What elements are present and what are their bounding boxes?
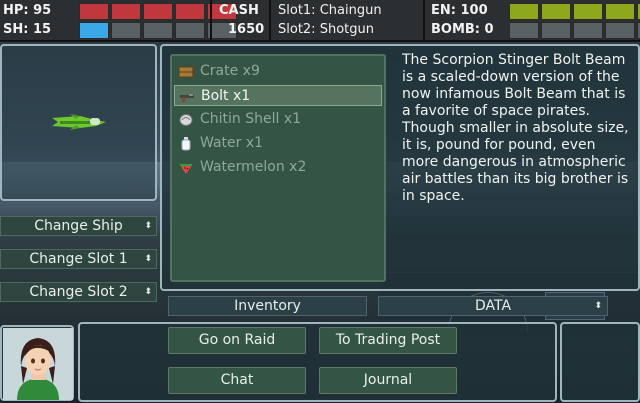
slot2-weapon: Slot2: Shotgun — [278, 22, 374, 37]
change-slot1-dropdown[interactable]: Change Slot 1 ⬍ — [0, 249, 157, 269]
inventory-item-crate[interactable]: Crate x9 — [174, 61, 382, 82]
journal-button[interactable]: Journal — [319, 367, 457, 394]
watermelon-icon — [180, 164, 192, 174]
change-ship-dropdown[interactable]: Change Ship ⬍ — [0, 216, 157, 236]
shield-cell — [111, 22, 141, 39]
energy-bar — [509, 3, 640, 20]
bomb-bar — [509, 22, 640, 39]
updown-arrows-icon: ⬍ — [594, 301, 602, 311]
cash-value: 1650 — [228, 22, 265, 37]
action-panel — [78, 322, 557, 402]
bomb-cell — [605, 22, 635, 39]
avatar — [3, 328, 73, 400]
inventory-item-watermelon[interactable]: Watermelon x2 — [174, 157, 382, 178]
inventory-list[interactable]: Crate x9 Bolt x1 Chitin Shell x1 Water x… — [170, 54, 386, 282]
inventory-item-chitin-shell[interactable]: Chitin Shell x1 — [174, 109, 382, 130]
updown-arrows-icon: ⬍ — [144, 254, 152, 264]
item-description: The Scorpion Stinger Bolt Beam is a scal… — [402, 52, 629, 204]
go-on-raid-label: Go on Raid — [198, 332, 276, 348]
hud-divider — [269, 0, 271, 42]
journal-label: Journal — [363, 372, 413, 388]
inventory-item-bolt[interactable]: Bolt x1 — [174, 85, 382, 106]
energy-cell — [605, 3, 635, 20]
bomb-cell — [573, 22, 603, 39]
hud-divider — [210, 0, 212, 42]
change-ship-label: Change Ship — [34, 218, 123, 234]
chat-label: Chat — [220, 372, 254, 388]
change-slot2-label: Change Slot 2 — [29, 284, 128, 300]
change-slot1-label: Change Slot 1 — [29, 251, 128, 267]
energy-label: EN: 100 — [431, 3, 488, 18]
to-trading-post-label: To Trading Post — [335, 332, 441, 348]
pilot-portrait-panel — [0, 325, 74, 401]
inventory-panel: Crate x9 Bolt x1 Chitin Shell x1 Water x… — [160, 44, 640, 291]
bomb-cell — [541, 22, 571, 39]
right-empty-panel — [560, 322, 640, 402]
tab-data-label: DATA — [474, 298, 512, 314]
cash-label: CASH — [219, 3, 259, 18]
bomb-label: BOMB: 0 — [431, 22, 494, 37]
crate-icon — [178, 66, 194, 78]
shield-cell — [143, 22, 173, 39]
inventory-item-label: Crate x9 — [200, 63, 260, 79]
shield-cell — [79, 22, 109, 39]
hud-divider — [423, 0, 425, 42]
updown-arrows-icon: ⬍ — [144, 221, 152, 231]
hp-cell — [175, 3, 205, 20]
sh-label: SH: 15 — [3, 22, 52, 37]
inventory-item-label: Bolt x1 — [201, 88, 251, 104]
change-slot2-dropdown[interactable]: Change Slot 2 ⬍ — [0, 282, 157, 302]
inventory-item-label: Water x1 — [200, 135, 264, 151]
ship-icon — [52, 114, 106, 130]
hp-bar — [79, 3, 237, 20]
go-on-raid-button[interactable]: Go on Raid — [168, 327, 306, 354]
chat-button[interactable]: Chat — [168, 367, 306, 394]
slot1-weapon: Slot1: Chaingun — [278, 3, 382, 18]
inventory-item-label: Watermelon x2 — [200, 159, 307, 175]
ship-preview-panel — [0, 44, 157, 201]
hp-cell — [79, 3, 109, 20]
energy-cell — [573, 3, 603, 20]
tab-inventory[interactable]: Inventory — [168, 296, 367, 316]
to-trading-post-button[interactable]: To Trading Post — [319, 327, 457, 354]
shield-bar — [79, 22, 237, 39]
energy-cell — [509, 3, 539, 20]
top-hud: HP: 95 SH: 15 CASH 1650 Slot1: Chaingun … — [0, 0, 640, 42]
updown-arrows-icon: ⬍ — [144, 287, 152, 297]
inventory-item-label: Chitin Shell x1 — [200, 111, 302, 127]
hp-label: HP: 95 — [3, 3, 52, 18]
water-bottle-icon — [181, 137, 191, 151]
bomb-cell — [509, 22, 539, 39]
hp-cell — [111, 3, 141, 20]
tab-inventory-label: Inventory — [234, 298, 301, 314]
hp-cell — [143, 3, 173, 20]
bolt-gun-icon — [180, 94, 194, 102]
chitin-shell-icon — [179, 114, 193, 126]
tab-data-dropdown[interactable]: DATA ⬍ — [378, 296, 608, 316]
shield-cell — [175, 22, 205, 39]
energy-cell — [541, 3, 571, 20]
inventory-item-water[interactable]: Water x1 — [174, 133, 382, 154]
